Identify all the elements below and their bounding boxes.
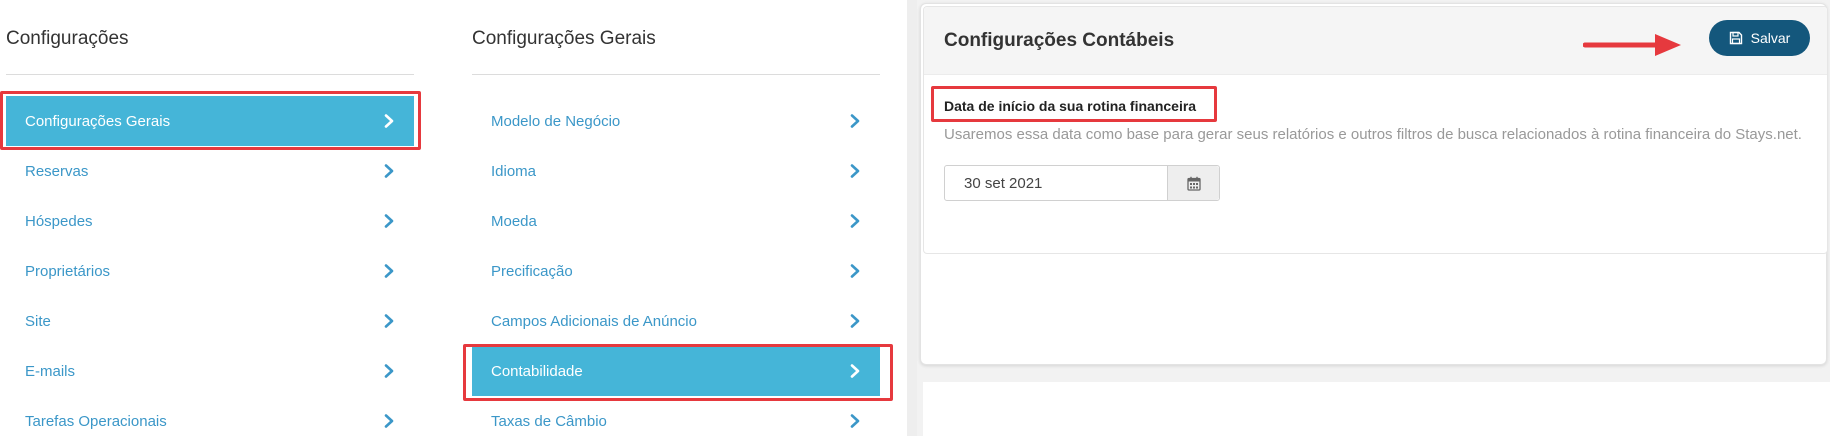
divider [472, 74, 880, 75]
menu-item-configuracoes-gerais[interactable]: Configurações Gerais [6, 96, 414, 146]
chevron-right-icon [382, 264, 396, 278]
menu-item-label: Hóspedes [25, 212, 93, 230]
chevron-right-icon [848, 314, 862, 328]
menu-item-label: Configurações Gerais [25, 112, 171, 130]
menu-item-label: Modelo de Negócio [491, 112, 621, 130]
menu-item-reservas[interactable]: Reservas [6, 146, 414, 196]
chevron-right-icon [382, 164, 396, 178]
menu-item-contabilidade[interactable]: Contabilidade [472, 346, 880, 396]
divider [6, 74, 414, 75]
settings-column: Configurações Configurações Gerais Reser… [0, 0, 420, 436]
chevron-right-icon [848, 414, 862, 428]
chevron-right-icon [382, 114, 396, 128]
menu-item-label: Precificação [491, 262, 573, 280]
chevron-right-icon [848, 264, 862, 278]
chevron-right-icon [382, 214, 396, 228]
panel-footer-area [917, 382, 1830, 436]
date-picker [944, 165, 1220, 201]
chevron-right-icon [848, 364, 862, 378]
menu-item-label: Tarefas Operacionais [25, 412, 167, 430]
chevron-right-icon [382, 414, 396, 428]
save-label: Salvar [1750, 30, 1791, 46]
menu-item-label: Idioma [491, 162, 537, 180]
menu-item-label: Reservas [25, 162, 89, 180]
floppy-disk-icon [1729, 31, 1743, 45]
panel-edge [917, 382, 923, 436]
menu-item-label: Contabilidade [491, 362, 583, 380]
chevron-right-icon [848, 114, 862, 128]
chevron-right-icon [382, 314, 396, 328]
menu-item-proprietarios[interactable]: Proprietários [6, 246, 414, 296]
date-input[interactable] [945, 166, 1167, 200]
save-button[interactable]: Salvar [1709, 20, 1810, 56]
menu-item-taxas-de-cambio[interactable]: Taxas de Câmbio [472, 396, 880, 436]
menu-item-precificacao[interactable]: Precificação [472, 246, 880, 296]
menu-item-site[interactable]: Site [6, 296, 414, 346]
menu-item-label: Site [25, 312, 51, 330]
menu-item-label: Campos Adicionais de Anúncio [491, 312, 697, 330]
subsettings-menu: Modelo de Negócio Idioma Moeda Precifica… [465, 96, 905, 436]
card-title: Configurações Contábeis [944, 30, 1175, 51]
chevron-right-icon [848, 164, 862, 178]
menu-item-emails[interactable]: E-mails [6, 346, 414, 396]
accounting-settings-card: Configurações Contábeis Salvar Data de i… [923, 6, 1828, 254]
field-label: Data de início da sua rotina financeira [944, 98, 1197, 114]
subsettings-column: Configurações Gerais Modelo de Negócio I… [465, 0, 905, 436]
menu-item-tarefas-operacionais[interactable]: Tarefas Operacionais [6, 396, 414, 436]
column-title: Configurações Gerais [472, 28, 656, 49]
menu-item-campos-adicionais[interactable]: Campos Adicionais de Anúncio [472, 296, 880, 346]
chevron-right-icon [382, 364, 396, 378]
card-header: Configurações Contábeis Salvar [924, 7, 1827, 75]
menu-item-label: Taxas de Câmbio [491, 412, 607, 430]
menu-item-moeda[interactable]: Moeda [472, 196, 880, 246]
calendar-icon [1186, 176, 1201, 191]
settings-page: Configurações Configurações Gerais Reser… [0, 0, 1830, 436]
menu-item-hospedes[interactable]: Hóspedes [6, 196, 414, 246]
chevron-right-icon [848, 214, 862, 228]
red-arrow-annotation [1583, 34, 1681, 56]
menu-item-label: Moeda [491, 212, 537, 230]
menu-item-label: Proprietários [25, 262, 111, 280]
calendar-button[interactable] [1167, 166, 1219, 200]
field-help-text: Usaremos essa data como base para gerar … [944, 126, 1802, 143]
menu-item-modelo-de-negocio[interactable]: Modelo de Negócio [472, 96, 880, 146]
column-title: Configurações [6, 28, 129, 49]
column-separator [907, 0, 917, 436]
settings-menu: Configurações Gerais Reservas Hóspedes P… [0, 96, 420, 436]
menu-item-label: E-mails [25, 362, 76, 380]
menu-item-idioma[interactable]: Idioma [472, 146, 880, 196]
